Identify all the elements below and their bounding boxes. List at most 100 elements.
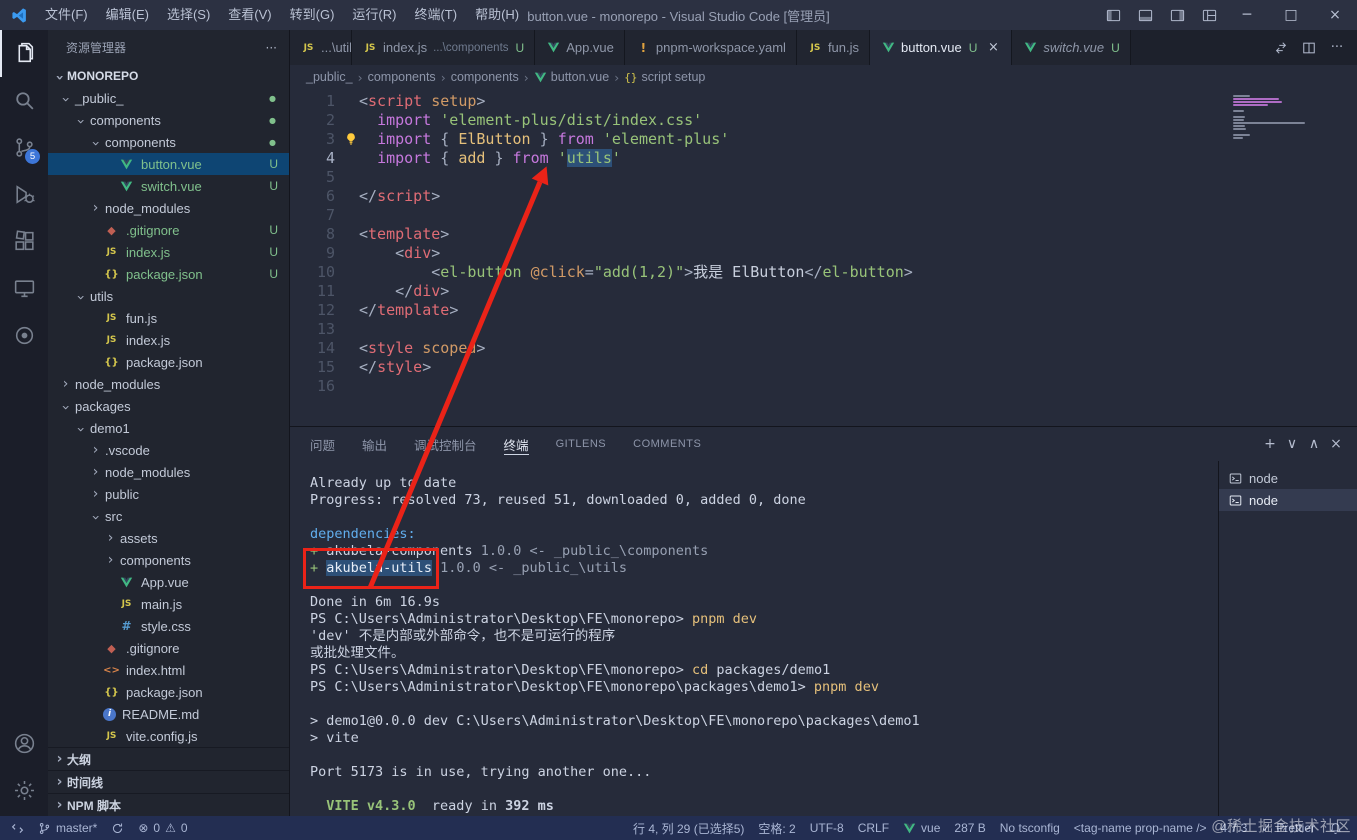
tsconfig[interactable]: No tsconfig	[993, 816, 1067, 840]
file-.gitignore[interactable]: ◆ .gitignore	[48, 637, 289, 659]
breadcrumb-item[interactable]: button.vue	[534, 70, 609, 84]
folder-utils[interactable]: › utils	[48, 285, 289, 307]
language-mode[interactable]: vue	[896, 816, 947, 840]
file-index.html[interactable]: <> index.html	[48, 659, 289, 681]
close-icon[interactable]: ×	[985, 40, 1001, 55]
terminal-output[interactable]: Already up to date Progress: resolved 73,…	[290, 461, 1218, 816]
more-actions-icon[interactable]: ···	[266, 41, 277, 55]
tab-switch.vue[interactable]: switch.vue U	[1012, 30, 1131, 65]
minimize-button[interactable]: ─	[1225, 0, 1269, 30]
file-index.js[interactable]: JS index.js U	[48, 241, 289, 263]
folder-node_modules[interactable]: › node_modules	[48, 373, 289, 395]
menu-goto[interactable]: 转到(G)	[281, 0, 344, 30]
code-editor[interactable]: 1 <script setup> 2 import 'element-plus/di…	[290, 89, 1357, 426]
folder-.vscode[interactable]: › .vscode	[48, 439, 289, 461]
tab-index.js[interactable]: JS index.js ...\components U	[352, 30, 536, 65]
tab-...utils[interactable]: JS ...\utils	[290, 30, 352, 65]
git-branch[interactable]: master*	[31, 816, 104, 840]
file-main.js[interactable]: JS main.js	[48, 593, 289, 615]
file-App.vue[interactable]: App.vue	[48, 571, 289, 593]
activity-settings[interactable]	[0, 767, 48, 814]
problems[interactable]: ⊗ 0 ⚠ 0	[131, 816, 194, 840]
folder-_public_[interactable]: › _public_ ●	[48, 87, 289, 109]
file-style.css[interactable]: # style.css	[48, 615, 289, 637]
activity-extensions[interactable]	[0, 218, 48, 265]
file-size[interactable]: 287 B	[947, 816, 992, 840]
file-index.js[interactable]: JS index.js	[48, 329, 289, 351]
terminal-instance[interactable]: node	[1219, 467, 1357, 489]
breadcrumb-item[interactable]: _public_	[306, 70, 353, 84]
prettier[interactable]: ✓ Prettier	[1254, 816, 1322, 840]
maximize-panel-icon[interactable]: ∧	[1303, 436, 1325, 452]
layout-sidebar-right-icon[interactable]	[1161, 0, 1193, 30]
tab-App.vue[interactable]: App.vue	[535, 30, 625, 65]
panel-tab-terminal[interactable]: 终端	[503, 427, 529, 461]
menu-terminal[interactable]: 终端(T)	[405, 0, 466, 30]
eol[interactable]: CRLF	[851, 816, 896, 840]
folder-components[interactable]: › components	[48, 549, 289, 571]
folder-public[interactable]: › public	[48, 483, 289, 505]
file-package.json[interactable]: {} package.json U	[48, 263, 289, 285]
tag-template[interactable]: <tag-name prop-name />	[1067, 816, 1214, 840]
layout-sidebar-left-icon[interactable]	[1097, 0, 1129, 30]
cursor-position[interactable]: 行 4, 列 29 (已选择5)	[626, 816, 751, 840]
activity-account[interactable]	[0, 720, 48, 767]
customize-layout-icon[interactable]	[1193, 0, 1225, 30]
activity-search[interactable]	[0, 77, 48, 124]
terminal-dropdown-icon[interactable]: ∨	[1281, 436, 1303, 452]
folder-components[interactable]: › components ●	[48, 109, 289, 131]
layout-panel-icon[interactable]	[1129, 0, 1161, 30]
file-.gitignore[interactable]: ◆ .gitignore U	[48, 219, 289, 241]
menu-selection[interactable]: 选择(S)	[158, 0, 219, 30]
panel-tab-output[interactable]: 输出	[362, 427, 387, 461]
file-README.md[interactable]: i README.md	[48, 703, 289, 725]
tab-button.vue[interactable]: button.vue U ×	[870, 30, 1013, 65]
activity-source-control[interactable]: 5	[0, 124, 48, 171]
file-button.vue[interactable]: button.vue U	[48, 153, 289, 175]
close-button[interactable]: ×	[1313, 0, 1357, 30]
breadcrumb-item[interactable]: components	[451, 70, 519, 84]
section-monorepo[interactable]: › MONOREPO	[48, 65, 289, 87]
section-timeline[interactable]: › 时间线	[48, 770, 289, 793]
new-terminal-icon[interactable]: +	[1259, 436, 1281, 452]
menu-view[interactable]: 查看(V)	[219, 0, 280, 30]
file-vite.config.js[interactable]: JS vite.config.js	[48, 725, 289, 747]
folder-src[interactable]: › src	[48, 505, 289, 527]
menu-run[interactable]: 运行(R)	[343, 0, 405, 30]
panel-tab-problems[interactable]: 问题	[310, 427, 335, 461]
file-package.json[interactable]: {} package.json	[48, 351, 289, 373]
panel-tab-debug-console[interactable]: 调试控制台	[414, 427, 477, 461]
panel-tab-gitlens[interactable]: GITLENS	[556, 427, 607, 461]
close-panel-icon[interactable]: ×	[1325, 436, 1347, 452]
tab-fun.js[interactable]: JS fun.js	[796, 30, 871, 65]
file-switch.vue[interactable]: switch.vue U	[48, 175, 289, 197]
file-fun.js[interactable]: JS fun.js	[48, 307, 289, 329]
maximize-button[interactable]: □	[1269, 0, 1313, 30]
menu-help[interactable]: 帮助(H)	[466, 0, 528, 30]
folder-node_modules[interactable]: › node_modules	[48, 461, 289, 483]
folder-components[interactable]: › components ●	[48, 131, 289, 153]
activity-run-debug[interactable]	[0, 171, 48, 218]
terminal-instance[interactable]: node	[1219, 489, 1357, 511]
encoding[interactable]: UTF-8	[803, 816, 851, 840]
notifications[interactable]	[1322, 816, 1349, 840]
breadcrumb-item[interactable]: components	[368, 70, 436, 84]
menu-file[interactable]: 文件(F)	[36, 0, 97, 30]
folder-packages[interactable]: › packages	[48, 395, 289, 417]
folder-assets[interactable]: › assets	[48, 527, 289, 549]
file-package.json[interactable]: {} package.json	[48, 681, 289, 703]
menu-edit[interactable]: 编辑(E)	[97, 0, 158, 30]
breadcrumb-item[interactable]: {} script setup	[624, 70, 705, 84]
activity-explorer[interactable]	[0, 30, 48, 77]
section-outline[interactable]: › 大纲	[48, 747, 289, 770]
folder-demo1[interactable]: › demo1	[48, 417, 289, 439]
ts-version[interactable]: 4.7.3	[1214, 816, 1255, 840]
activity-remote-explorer[interactable]	[0, 265, 48, 312]
panel-tab-comments[interactable]: COMMENTS	[633, 427, 701, 461]
folder-node_modules[interactable]: › node_modules	[48, 197, 289, 219]
minimap[interactable]	[1233, 95, 1339, 142]
section-npm-scripts[interactable]: › NPM 脚本	[48, 793, 289, 816]
activity-gitlens[interactable]	[0, 312, 48, 359]
tab-pnpm-workspace.yaml[interactable]: ! pnpm-workspace.yaml	[624, 30, 797, 65]
sync[interactable]	[104, 816, 131, 840]
